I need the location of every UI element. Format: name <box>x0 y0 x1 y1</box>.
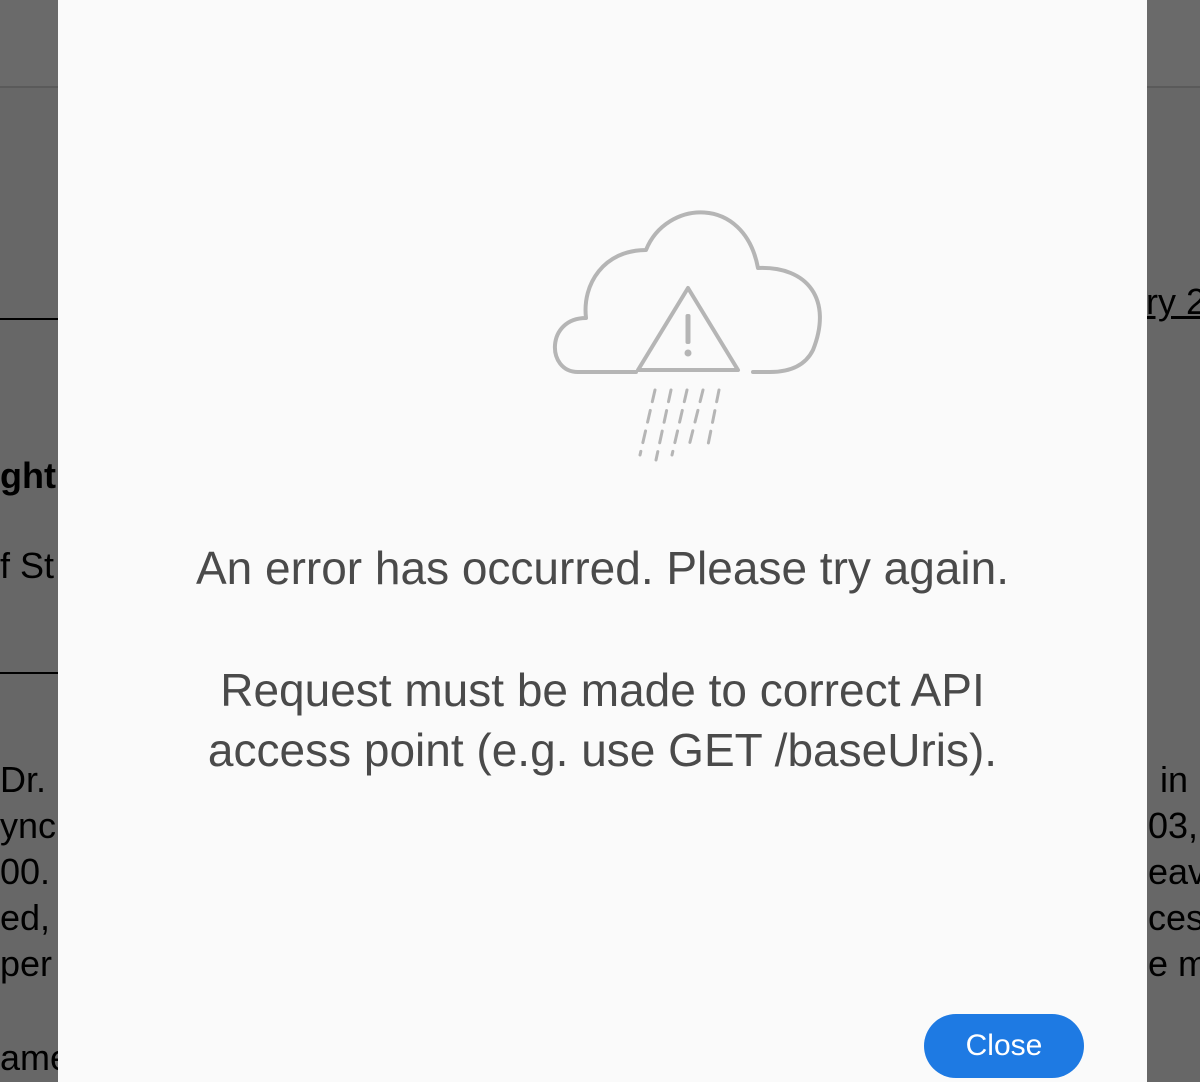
cloud-rain-warning-icon <box>548 200 828 470</box>
background-text: in <box>1160 759 1189 800</box>
background-text: e m <box>1148 943 1200 984</box>
error-dialog: An error has occurred. Please try again.… <box>58 0 1147 1082</box>
background-text: eav <box>1148 851 1200 892</box>
background-text: Dr. I <box>0 759 67 800</box>
background-text: per <box>0 943 53 984</box>
background-text: f St <box>0 545 55 586</box>
error-message-line: access point (e.g. use GET /baseUris). <box>207 724 998 776</box>
error-message-line: Request must be made to correct API <box>220 664 985 716</box>
background-date-link: ry 2 <box>1146 281 1200 322</box>
background-divider <box>0 672 58 674</box>
background-heading: ght <box>0 455 56 496</box>
background-text: 03, <box>1148 805 1199 846</box>
error-title: An error has occurred. Please try again. <box>195 542 1010 594</box>
close-button[interactable]: Close <box>924 1014 1084 1078</box>
background-text: ces <box>1148 897 1200 938</box>
background-divider <box>0 318 58 320</box>
error-message: Request must be made to correct API acce… <box>58 660 1147 780</box>
background-text: 00. <box>0 851 51 892</box>
